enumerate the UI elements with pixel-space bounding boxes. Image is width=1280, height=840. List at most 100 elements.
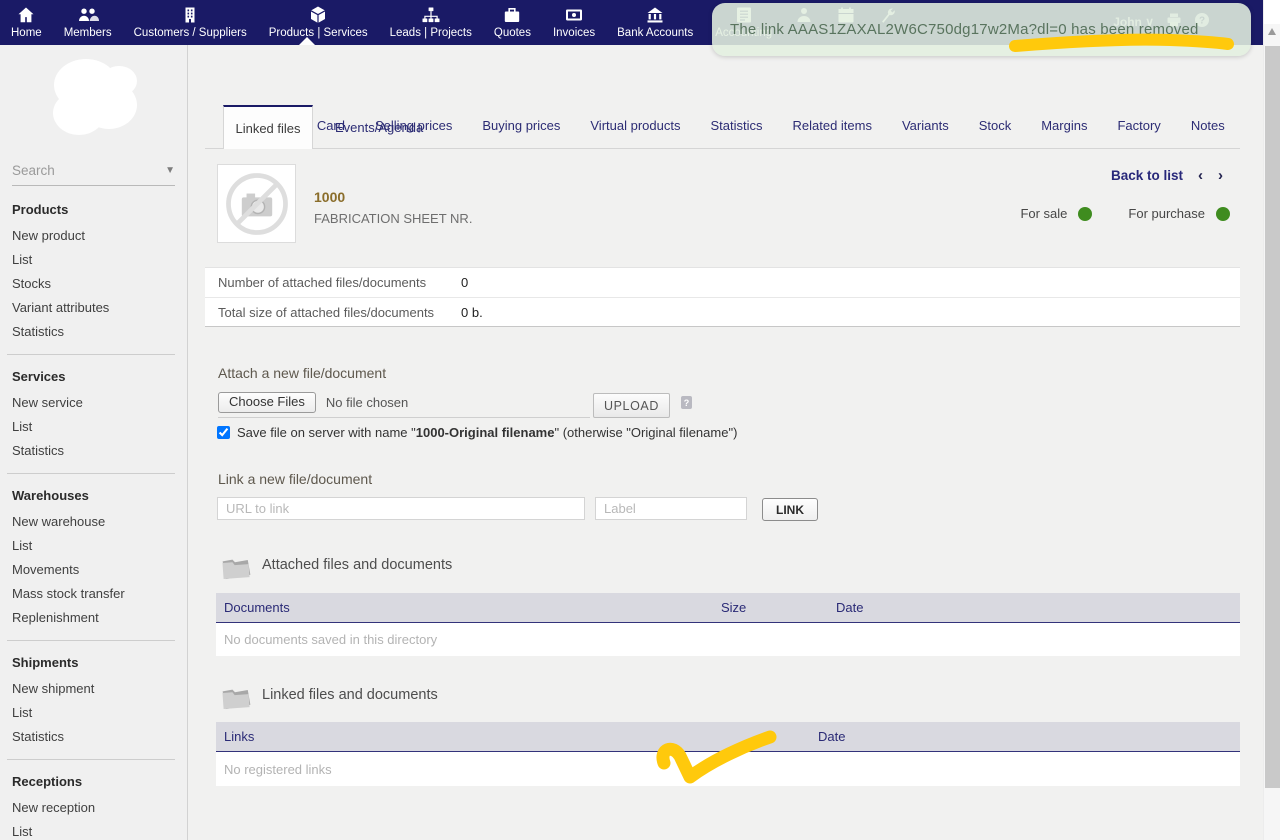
back-to-list-link[interactable]: Back to list (1111, 168, 1183, 183)
tab-variants[interactable]: Variants (902, 118, 949, 133)
app-window: Home Members Customers / Suppliers Produ… (0, 0, 1280, 840)
building-icon (180, 5, 200, 25)
tab-events-agenda[interactable]: Events/Agenda (313, 105, 445, 149)
for-purchase-label: For purchase (1128, 206, 1205, 221)
members-icon (77, 5, 99, 25)
sidebar-item-new-service[interactable]: New service (0, 390, 187, 414)
nav-item-label: Products | Services (269, 27, 368, 39)
product-ref: 1000 (314, 189, 345, 205)
product-photo-placeholder[interactable] (217, 164, 296, 243)
nav-item-home[interactable]: Home (0, 0, 53, 45)
previous-record-icon[interactable]: ‹ (1198, 167, 1203, 184)
bill-icon (564, 5, 584, 25)
table-header: Links Date (216, 722, 1240, 752)
link-button[interactable]: LINK (762, 498, 818, 521)
sidebar-item-movements[interactable]: Movements (0, 557, 187, 581)
nav-item-bank-accounts[interactable]: Bank Accounts (606, 0, 704, 45)
for-sale-status-dot (1078, 207, 1092, 221)
column-date[interactable]: Date (818, 729, 845, 744)
sidebar-item-service-list[interactable]: List (0, 414, 187, 438)
nav-item-invoices[interactable]: Invoices (542, 0, 606, 45)
linked-files-title: Linked files and documents (262, 687, 438, 703)
table-row: No registered links (216, 752, 1240, 786)
sidebar-item-shipment-statistics[interactable]: Statistics (0, 724, 187, 748)
tab-statistics[interactable]: Statistics (710, 118, 762, 133)
tab-notes[interactable]: Notes (1191, 118, 1225, 133)
help-icon[interactable]: ? (681, 396, 692, 409)
company-logo (24, 55, 164, 143)
sidebar-item-new-product[interactable]: New product (0, 223, 187, 247)
file-input[interactable]: Choose Files No file chosen (218, 392, 590, 418)
nav-item-customers-suppliers[interactable]: Customers / Suppliers (123, 0, 258, 45)
sidebar-item-stocks[interactable]: Stocks (0, 271, 187, 295)
no-file-chosen-label: No file chosen (326, 392, 408, 413)
vertical-scrollbar[interactable] (1263, 0, 1280, 840)
status-badges: For sale For purchase (1020, 206, 1230, 221)
nav-item-label: Bank Accounts (617, 27, 693, 39)
folder-icon (219, 680, 255, 712)
scrollbar-thumb[interactable] (1265, 46, 1280, 788)
toast-message: The link AAAS1ZAXAL2W6C750dg17w2Ma?dl=0 … (730, 21, 1199, 38)
for-purchase-status-dot (1216, 207, 1230, 221)
list-navigation: Back to list ‹ › (1111, 167, 1223, 184)
sidebar-item-shipment-list[interactable]: List (0, 700, 187, 724)
row-value: 0 b. (461, 305, 483, 320)
nav-item-products-services[interactable]: Products | Services (258, 0, 379, 45)
chevron-down-icon[interactable]: ▼ (165, 165, 175, 176)
table-row: No documents saved in this directory (216, 623, 1240, 656)
column-links[interactable]: Links (216, 729, 818, 744)
sidebar-item-reception-list[interactable]: List (0, 819, 187, 840)
active-menu-notch (299, 37, 315, 45)
sidebar-item-warehouse-list[interactable]: List (0, 533, 187, 557)
link-section-title: Link a new file/document (218, 471, 372, 487)
sidebar-section-warehouses: Warehouses (0, 474, 187, 509)
upload-button[interactable]: UPLOAD (593, 393, 670, 418)
sidebar-item-new-shipment[interactable]: New shipment (0, 676, 187, 700)
home-icon (16, 5, 36, 25)
scrollbar-up-arrow[interactable] (1268, 28, 1276, 35)
empty-message: No documents saved in this directory (216, 632, 437, 647)
attached-files-table: Documents Size Date No documents saved i… (216, 593, 1240, 656)
column-size[interactable]: Size (721, 600, 836, 615)
sitemap-icon (421, 5, 441, 25)
sidebar-menu: Products New product List Stocks Variant… (0, 188, 187, 840)
for-sale-label: For sale (1020, 206, 1067, 221)
tab-virtual-products[interactable]: Virtual products (590, 118, 680, 133)
url-to-link-input[interactable] (217, 497, 585, 520)
sub-tabs: Linked files Events/Agenda (223, 105, 445, 149)
next-record-icon[interactable]: › (1218, 167, 1223, 184)
nav-item-members[interactable]: Members (53, 0, 123, 45)
sidebar-item-new-reception[interactable]: New reception (0, 795, 187, 819)
column-documents[interactable]: Documents (216, 600, 721, 615)
tab-stock[interactable]: Stock (979, 118, 1012, 133)
sidebar-item-variant-attributes[interactable]: Variant attributes (0, 295, 187, 319)
sidebar-item-product-statistics[interactable]: Statistics (0, 319, 187, 343)
tab-related-items[interactable]: Related items (792, 118, 871, 133)
nav-item-leads-projects[interactable]: Leads | Projects (379, 0, 483, 45)
tab-factory[interactable]: Factory (1117, 118, 1160, 133)
sidebar-item-service-statistics[interactable]: Statistics (0, 438, 187, 462)
tab-linked-files[interactable]: Linked files (223, 105, 313, 149)
attached-files-title: Attached files and documents (262, 557, 452, 573)
tab-margins[interactable]: Margins (1041, 118, 1087, 133)
link-label-input[interactable] (595, 497, 747, 520)
nav-item-quotes[interactable]: Quotes (483, 0, 542, 45)
sidebar-item-replenishment[interactable]: Replenishment (0, 605, 187, 629)
sidebar-item-new-warehouse[interactable]: New warehouse (0, 509, 187, 533)
sidebar-section-shipments: Shipments (0, 641, 187, 676)
column-date[interactable]: Date (836, 600, 863, 615)
choose-files-button[interactable]: Choose Files (218, 392, 316, 413)
tab-buying-prices[interactable]: Buying prices (482, 118, 560, 133)
sidebar-item-product-list[interactable]: List (0, 247, 187, 271)
save-filename-checkbox[interactable] (217, 426, 230, 439)
row-label: Total size of attached files/documents (218, 305, 461, 320)
search-input[interactable]: Search (12, 163, 55, 178)
folder-icon (219, 550, 255, 582)
notification-toast[interactable]: The link AAAS1ZAXAL2W6C750dg17w2Ma?dl=0 … (712, 3, 1251, 56)
save-filename-option: Save file on server with name "1000-Orig… (217, 425, 737, 440)
sidebar-item-mass-stock-transfer[interactable]: Mass stock transfer (0, 581, 187, 605)
product-name: FABRICATION SHEET NR. (314, 211, 472, 226)
row-label: Number of attached files/documents (218, 275, 461, 290)
table-header: Documents Size Date (216, 593, 1240, 623)
sidebar-search[interactable]: Search ▼ (12, 163, 175, 186)
